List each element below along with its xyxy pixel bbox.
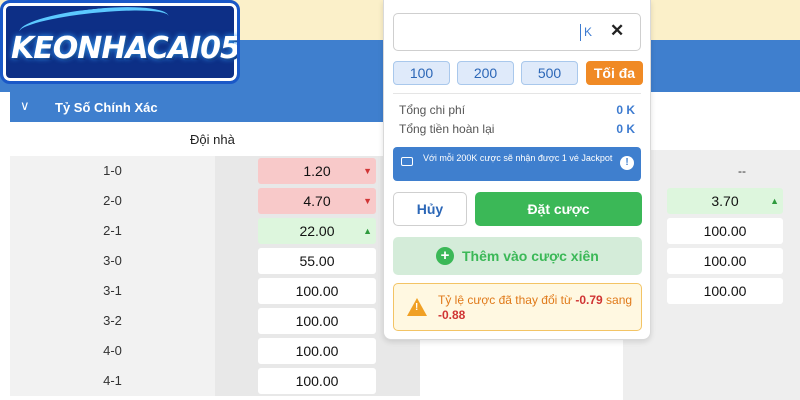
total-refund-value: 0 K [616, 122, 635, 136]
warning-prefix: Tỷ lệ cược đã thay đổi từ [438, 293, 572, 307]
score-label: 3-0 [10, 246, 215, 276]
odds-value: 100.00 [295, 313, 339, 329]
score-label: 3-1 [10, 276, 215, 306]
info-icon[interactable]: ! [620, 156, 634, 170]
odds-value: 55.00 [299, 253, 335, 269]
odds-button[interactable]: 22.00 ▲ [258, 218, 376, 244]
warning-message: Tỷ lệ cược đã thay đổi từ -0.79 sang -0.… [438, 293, 638, 323]
total-refund-label: Tổng tiền hoàn lại [399, 122, 495, 136]
table-row: 3-0 55.00 [10, 246, 420, 276]
new-odds: -0.88 [438, 308, 466, 322]
table-row: 3-2 100.00 [10, 306, 420, 336]
odds-value: 22.00 [299, 223, 335, 239]
column-header: Đội nhà [10, 122, 420, 156]
plus-icon: + [436, 247, 454, 265]
old-odds: -0.79 [575, 293, 603, 307]
jackpot-text: Với mỗi 200K cược sẽ nhận được 1 vé Jack… [423, 153, 613, 163]
market-title: Tỷ Số Chính Xác [55, 100, 158, 115]
odds-button[interactable]: 100.00 [258, 338, 376, 364]
odds-value: 100.00 [295, 373, 339, 389]
add-to-parlay-label: Thêm vào cược xiên [462, 248, 599, 264]
odds-value: 3.70 [711, 193, 739, 209]
close-icon[interactable]: ✕ [610, 21, 624, 41]
site-logo[interactable]: KEONHACAI05 [0, 0, 240, 84]
quick-amounts: 100 200 500 Tối đa [393, 61, 643, 85]
odds-changed-warning: ! Tỷ lệ cược đã thay đổi từ -0.79 sang -… [393, 283, 642, 331]
table-row: 3-1 100.00 [10, 276, 420, 306]
odds-value: 100.00 [295, 283, 339, 299]
table-row: 4-1 100.00 [10, 366, 420, 396]
odds-button[interactable]: 100.00 [667, 278, 783, 304]
score-label: 4-1 [10, 366, 215, 396]
odds-value: 100.00 [295, 343, 339, 359]
bet-slip-panel: K ✕ 100 200 500 Tối đa Tổng chi phí 0 K … [383, 0, 651, 340]
cancel-button[interactable]: Hủy [393, 192, 467, 226]
quick-amount-button[interactable]: 200 [457, 61, 514, 85]
odds-value: 4.70 [303, 193, 331, 209]
add-to-parlay-button[interactable]: + Thêm vào cược xiên [393, 237, 642, 275]
quick-amount-button[interactable]: 500 [521, 61, 578, 85]
market-header[interactable]: ∨ Tỷ Số Chính Xác [10, 92, 420, 122]
total-cost-label: Tổng chi phí [399, 103, 466, 117]
odds-button[interactable]: 55.00 [258, 248, 376, 274]
score-label: 4-0 [10, 336, 215, 366]
home-team-label: Đội nhà [190, 132, 235, 147]
table-row: 2-1 22.00 ▲ [10, 216, 420, 246]
table-row: 2-0 4.70 ▼ [10, 186, 420, 216]
odds-value: 100.00 [703, 253, 747, 269]
odds-button[interactable]: 4.70 ▼ [258, 188, 376, 214]
odds-button[interactable]: 100.00 [667, 218, 783, 244]
total-cost-row: Tổng chi phí 0 K [399, 103, 635, 119]
odds-value: 100.00 [703, 283, 747, 299]
odds-button[interactable]: 3.70 ▲ [667, 188, 783, 214]
arrow-up-icon: ▲ [770, 196, 779, 206]
place-bet-button[interactable]: Đặt cược [475, 192, 642, 226]
total-cost-value: 0 K [616, 103, 635, 117]
total-refund-row: Tổng tiền hoàn lại 0 K [399, 122, 635, 138]
score-label: 3-2 [10, 306, 215, 336]
max-amount-button[interactable]: Tối đa [586, 61, 643, 85]
warning-icon: ! [407, 298, 427, 316]
warning-mid: sang [606, 293, 633, 307]
ticket-icon [401, 157, 413, 166]
jackpot-notice: Với mỗi 200K cược sẽ nhận được 1 vé Jack… [393, 147, 641, 181]
chevron-down-icon[interactable]: ∨ [20, 98, 30, 114]
arrow-down-icon: ▼ [363, 166, 372, 176]
score-label: 1-0 [10, 156, 215, 186]
arrow-down-icon: ▼ [363, 196, 372, 206]
empty-odd: -- [738, 164, 746, 178]
odds-button[interactable]: 100.00 [667, 248, 783, 274]
stake-input[interactable]: K ✕ [393, 13, 641, 51]
arrow-up-icon: ▲ [363, 226, 372, 236]
odds-button[interactable]: 100.00 [258, 368, 376, 394]
currency-unit: K [584, 25, 593, 39]
odds-button[interactable]: 100.00 [258, 278, 376, 304]
home-odds-list: 1-0 1.20 ▼ 2-0 4.70 ▼ 2-1 22.00 ▲ 3-0 55.00… [10, 156, 420, 396]
odds-value: 1.20 [303, 163, 331, 179]
odds-value: 100.00 [703, 223, 747, 239]
odds-button[interactable]: 1.20 ▼ [258, 158, 376, 184]
quick-amount-button[interactable]: 100 [393, 61, 450, 85]
table-row: 1-0 1.20 ▼ [10, 156, 420, 186]
score-label: 2-1 [10, 216, 215, 246]
logo-text: KEONHACAI05 [11, 31, 240, 66]
odds-button[interactable]: 100.00 [258, 308, 376, 334]
divider [393, 93, 641, 94]
score-label: 2-0 [10, 186, 215, 216]
text-cursor [580, 24, 581, 41]
table-row: 4-0 100.00 [10, 336, 420, 366]
